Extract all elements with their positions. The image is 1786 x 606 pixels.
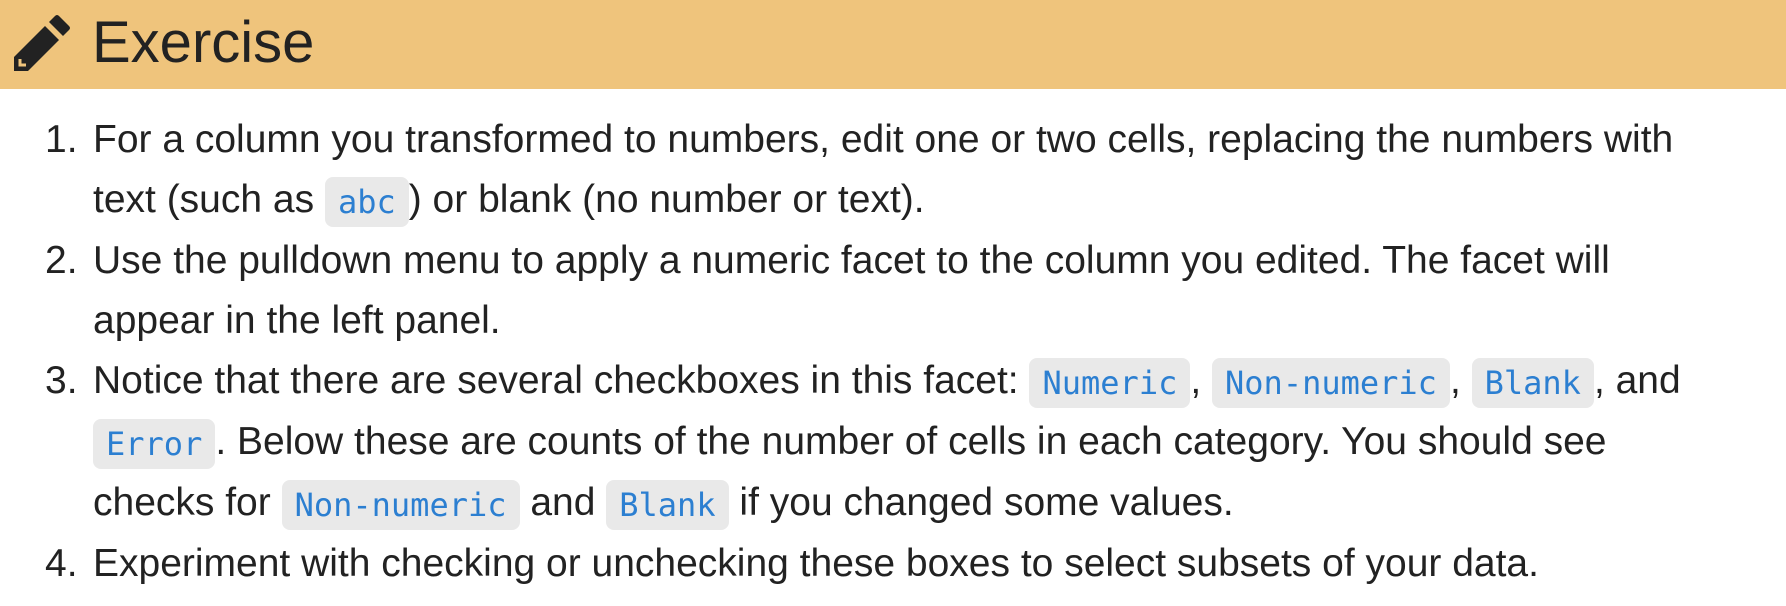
list-item-number: 1.: [45, 118, 78, 161]
inline-code: Error: [93, 419, 216, 469]
item-text: , and: [1593, 359, 1681, 402]
inline-code: Blank: [1471, 358, 1594, 408]
item-text: Use the pulldown menu to apply a numeric…: [93, 239, 1610, 342]
inline-code: Blank: [606, 480, 729, 530]
item-text: ,: [1449, 359, 1472, 402]
item-text: if you changed some values.: [728, 481, 1234, 524]
inline-code: Non-numeric: [281, 480, 520, 530]
list-item-number: 4.: [45, 542, 78, 585]
list-item: 3. Notice that there are several checkbox…: [0, 351, 1786, 534]
inline-code: abc: [324, 177, 409, 227]
list-item-number: 3.: [45, 359, 78, 402]
item-text: ) or blank (no number or text).: [408, 178, 925, 221]
item-text: and: [519, 481, 607, 524]
pencil-icon: [8, 13, 72, 77]
exercise-header: Exercise: [0, 0, 1786, 89]
item-text: ,: [1190, 359, 1213, 402]
item-text: Notice that there are several checkboxes…: [93, 359, 1030, 402]
item-text: Experiment with checking or unchecking t…: [93, 542, 1539, 585]
exercise-list: 1. For a column you transformed to number…: [0, 110, 1786, 594]
inline-code: Non-numeric: [1212, 358, 1450, 408]
inline-code: Numeric: [1029, 358, 1191, 408]
list-item-number: 2.: [45, 239, 78, 282]
list-item: 4. Experiment with checking or unchecking…: [0, 534, 1786, 594]
list-item: 2. Use the pulldown menu to apply a numer…: [0, 231, 1786, 351]
list-item: 1. For a column you transformed to number…: [0, 110, 1786, 231]
exercise-title: Exercise: [92, 9, 315, 75]
